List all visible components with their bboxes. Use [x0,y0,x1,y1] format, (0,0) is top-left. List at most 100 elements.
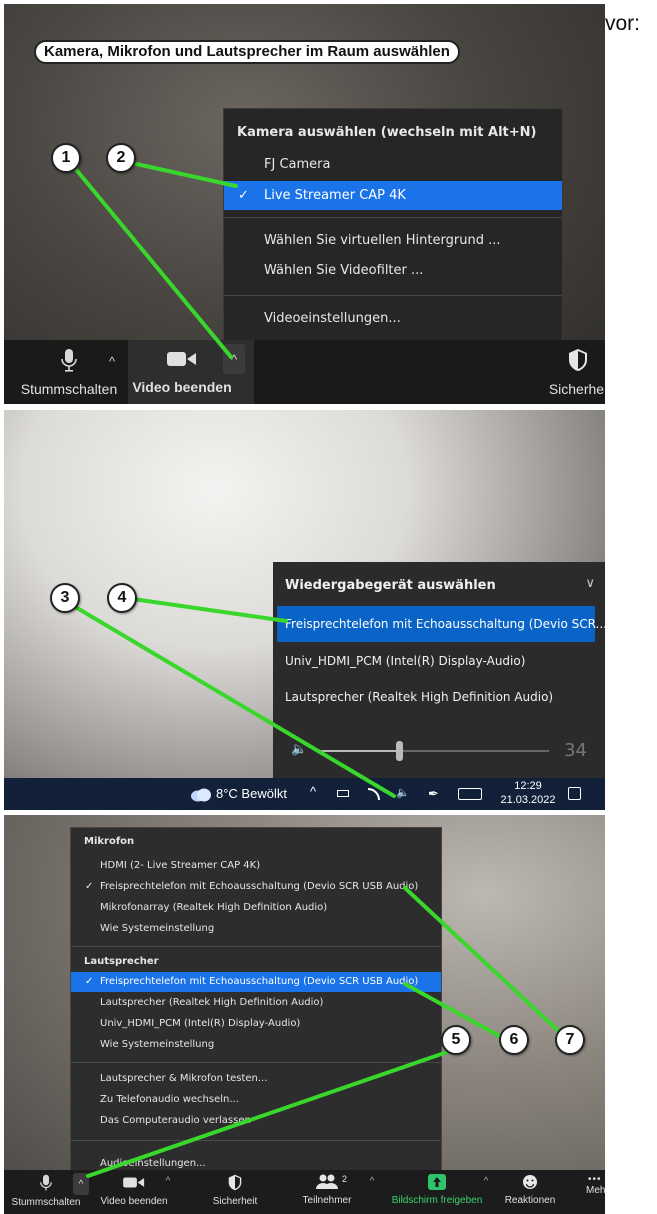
security-label: Sicherhei [548,381,605,397]
playback-item-hdmi[interactable]: Univ_HDMI_PCM (Intel(R) Display-Audio) [273,644,605,678]
notification-icon[interactable] [568,787,581,800]
cloud-icon [191,788,211,802]
participants-count: 2 [342,1174,348,1184]
microphone-icon [61,349,77,372]
mic-item-devio[interactable]: ✓ Freisprechtelefon mit Echoausschaltung… [71,877,441,897]
meeting-toolbar: Stummschalten ^ Video beenden ^ Sicherhe… [4,1170,605,1214]
speaker-icon[interactable]: 🔈 [291,742,307,757]
callout-badge-2: 2 [106,143,136,173]
video-settings-item[interactable]: Videoeinstellungen... [224,305,562,333]
video-camera-icon [167,352,196,366]
speaker-header: Lautsprecher [84,956,159,967]
check-icon: ✓ [85,976,94,987]
security-button[interactable]: Sicherheit [200,1174,270,1207]
callout-badge-3: 3 [50,583,80,613]
security-button[interactable]: Sicherhei [538,348,605,397]
leave-audio-item[interactable]: Das Computeraudio verlassen [71,1111,441,1131]
menu-divider [71,1062,441,1063]
meeting-toolbar: Stummschalten ^ Video beenden ^ Sicherhe… [4,340,605,404]
smiley-icon [523,1175,537,1189]
clock[interactable]: 12:29 21.03.2022 [498,780,558,806]
stop-video-label: Video beenden [132,379,232,395]
mute-label: Stummschalten [20,381,118,397]
menu-divider [71,946,441,947]
shield-icon [569,349,587,371]
mic-item-realtek[interactable]: Mikrofonarray (Realtek High Definition A… [71,898,441,918]
menu-divider [71,1140,441,1141]
stop-video-label: Video beenden [100,1196,168,1207]
camera-menu-title: Kamera auswählen (wechseln mit Alt+N) [237,125,537,140]
audio-menu: Mikrofon HDMI (2- Live Streamer CAP 4K) … [70,827,442,1183]
clock-time: 12:29 [514,780,542,792]
volume-value: 34 [564,740,587,761]
volume-slider[interactable] [321,741,549,761]
speaker-item-system[interactable]: Wie Systemeinstellung [71,1035,441,1055]
participants-options-caret[interactable]: ^ [366,1176,378,1187]
participants-label: Teilnehmer [302,1195,352,1206]
callout-badge-6: 6 [499,1025,529,1055]
callout-badge-1: 1 [51,143,81,173]
stop-video-button[interactable]: Video beenden [96,1176,172,1207]
video-filter-item[interactable]: Wählen Sie Videofilter ... [224,257,562,285]
test-audio-item[interactable]: Lautsprecher & Mikrofon testen... [71,1069,441,1089]
playback-item-realtek[interactable]: Lautsprecher (Realtek High Definition Au… [273,680,605,714]
video-options-caret[interactable]: ^ [162,1176,174,1187]
battery-icon[interactable] [337,790,349,797]
reactions-button[interactable]: Reaktionen [498,1174,562,1206]
windows-taskbar: 8°C Bewölkt ^ 🔈 ✒ 12:29 21.03.2022 [4,778,605,810]
mic-header: Mikrofon [84,836,135,847]
callout-badge-4: 4 [107,583,137,613]
keyboard-icon[interactable] [458,788,482,800]
participants-icon [316,1174,338,1189]
chevron-up-icon[interactable]: ^ [310,784,316,799]
collapse-chevron-icon[interactable]: ∨ [585,576,595,591]
wifi-icon[interactable] [368,788,380,800]
more-label: Meh [586,1185,605,1196]
virtual-background-item[interactable]: Wählen Sie virtuellen Hintergrund ... [224,227,562,255]
menu-divider [224,217,562,218]
share-options-caret[interactable]: ^ [480,1176,492,1187]
callout-badge-5: 5 [441,1025,471,1055]
camera-item-fj[interactable]: FJ Camera [224,151,562,179]
mic-item-system[interactable]: Wie Systemeinstellung [71,919,441,939]
volume-slider-thumb[interactable] [395,741,403,761]
microphone-icon [40,1174,52,1191]
weather-label[interactable]: 8°C Bewölkt [216,786,287,801]
share-screen-icon [428,1174,446,1190]
caption-bubble: Kamera, Mikrofon und Lautsprecher im Rau… [34,40,460,64]
audio-panel: Mikrofon HDMI (2- Live Streamer CAP 4K) … [4,815,605,1214]
security-label: Sicherheit [212,1196,258,1207]
mute-label: Stummschalten [11,1197,81,1208]
audio-options-caret[interactable]: ^ [104,354,120,369]
speaker-item-hdmi[interactable]: Univ_HDMI_PCM (Intel(R) Display-Audio) [71,1014,441,1034]
check-icon: ✓ [238,188,249,203]
camera-panel: Kamera, Mikrofon und Lautsprecher im Rau… [4,4,605,404]
speaker-item-realtek[interactable]: Lautsprecher (Realtek High Definition Au… [71,993,441,1013]
callout-badge-7: 7 [555,1025,585,1055]
shield-icon [228,1174,242,1191]
reactions-label: Reaktionen [504,1195,556,1206]
speaker-item-devio[interactable]: ✓ Freisprechtelefon mit Echoausschaltung… [71,972,441,992]
pen-icon[interactable]: ✒ [428,786,439,802]
playback-panel: Wiedergabegerät auswählen ∨ Freisprechte… [4,410,605,810]
camera-menu: Kamera auswählen (wechseln mit Alt+N) FJ… [223,108,563,342]
stop-video-button[interactable]: Video beenden [132,350,232,395]
playback-item-devio[interactable]: Freisprechtelefon mit Echoausschaltung (… [277,606,605,642]
menu-divider [224,295,562,296]
playback-device-menu: Wiedergabegerät auswählen ∨ Freisprechte… [273,562,605,780]
camera-item-live-streamer[interactable]: ✓ Live Streamer CAP 4K [224,181,562,210]
clock-date: 21.03.2022 [500,794,556,806]
more-button[interactable]: ••• Meh [576,1174,605,1196]
mic-item-hdmi[interactable]: HDMI (2- Live Streamer CAP 4K) [71,856,441,876]
participants-button[interactable]: 2 Teilnehmer [292,1174,362,1206]
share-screen-label: Bildschirm freigeben [391,1195,483,1206]
share-screen-button[interactable]: Bildschirm freigeben [382,1174,492,1206]
video-options-caret[interactable]: ^ [223,344,245,374]
trailing-text: vor: [605,12,641,35]
audio-options-caret[interactable]: ^ [73,1173,89,1195]
volume-slider-fill [321,750,399,752]
playback-menu-title: Wiedergabegerät auswählen [285,578,496,593]
phone-audio-item[interactable]: Zu Telefonaudio wechseln... [71,1090,441,1110]
video-camera-icon [123,1177,145,1188]
speaker-icon[interactable]: 🔈 [396,786,410,799]
